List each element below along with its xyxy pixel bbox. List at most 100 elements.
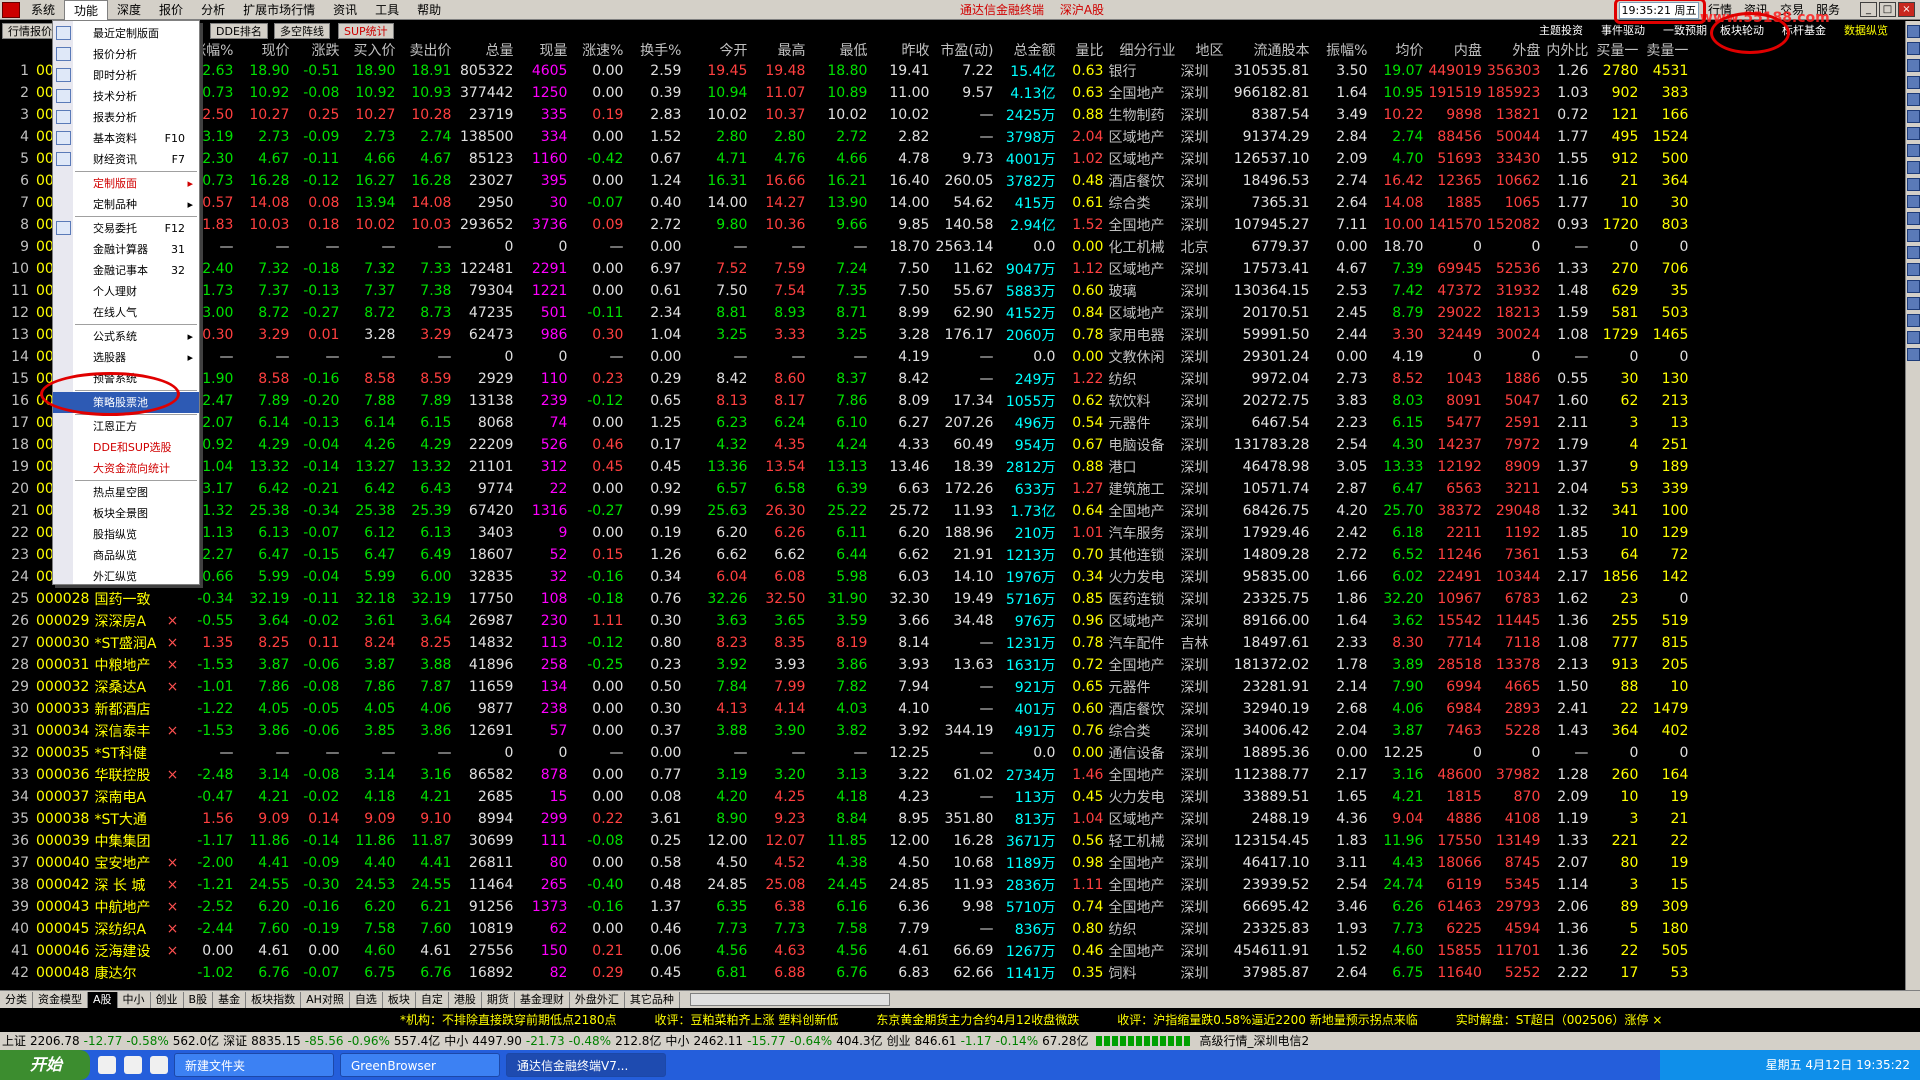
tool-icon[interactable]: [1907, 161, 1920, 174]
menu-option[interactable]: 选股器 ▸: [53, 347, 199, 368]
table-row[interactable]: 35 000038 *ST大通 1.56 9.09 0.14 9.09 9.10 8994 299…: [0, 808, 1693, 830]
market-tab[interactable]: 港股: [449, 991, 482, 1008]
table-row[interactable]: 25 000028 国药一致 -0.34 32.19 -0.11 32.18 32.19 177…: [0, 588, 1693, 610]
column-header[interactable]: 今开: [686, 40, 753, 60]
table-row[interactable]: 41 000046 泛海建设 × 0.00 4.61 0.00 4.60 4.61 27556 15…: [0, 940, 1693, 962]
table-row[interactable]: 9000010S深华新—————00—0.00———18.702563.140.…: [0, 236, 1693, 258]
table-row[interactable]: 8000009中国宝安1.8310.030.1810.0210.03293652…: [0, 214, 1693, 236]
market-tab[interactable]: B股: [184, 991, 214, 1008]
market-tab[interactable]: 期货: [482, 991, 515, 1008]
table-row[interactable]: 22000025特 力A-1.136.13-0.076.126.13340390…: [0, 522, 1693, 544]
menu-option[interactable]: 个人理财: [53, 281, 199, 302]
ticker-item[interactable]: 东京黄金期货主力合约4月12收盘微跌: [876, 1013, 1079, 1027]
menu-item[interactable]: 功能: [64, 0, 109, 20]
menu-option[interactable]: 金融记事本 32: [53, 260, 199, 281]
column-header[interactable]: 均价: [1372, 40, 1429, 60]
column-header[interactable]: 市盈(动): [934, 40, 999, 60]
table-row[interactable]: 24000027深圳能源-0.665.99-0.045.996.00328353…: [0, 566, 1693, 588]
start-button[interactable]: 开始: [0, 1050, 90, 1080]
table-row[interactable]: 40 000045 深纺织A × -2.44 7.60 -0.19 7.58 7.60 10819…: [0, 918, 1693, 940]
menu-option[interactable]: 板块全景图: [53, 503, 199, 524]
tool-icon[interactable]: [1907, 59, 1920, 72]
column-header[interactable]: 总金额: [998, 40, 1061, 60]
tool-icon[interactable]: [1907, 212, 1920, 225]
table-row[interactable]: 10000011深物业A-2.407.32-0.187.327.33122481…: [0, 258, 1693, 280]
menu-option[interactable]: 报价分析: [53, 44, 199, 65]
task-button-tdx[interactable]: 通达信金融终端V7...: [506, 1053, 666, 1077]
market-tab[interactable]: 自选: [350, 991, 383, 1008]
market-tab[interactable]: 中小: [118, 991, 151, 1008]
horizontal-scrollbar[interactable]: [689, 993, 890, 1006]
close-button[interactable]: ×: [1898, 2, 1915, 17]
column-header[interactable]: 买量一: [1593, 40, 1644, 60]
ticker-item[interactable]: 实时解盘：ST超日（002506）涨停 ×: [1456, 1013, 1663, 1027]
table-row[interactable]: 39 000043 中航地产 × -2.52 6.20 -0.16 6.20 6.21 91256…: [0, 896, 1693, 918]
column-header[interactable]: 现价: [238, 40, 295, 60]
column-header[interactable]: 最高: [752, 40, 811, 60]
market-tab[interactable]: 板块: [383, 991, 416, 1008]
ticker-item[interactable]: *机构：不排除直接跌穿前期低点2180点: [400, 1013, 617, 1027]
menu-item[interactable]: 帮助: [408, 0, 450, 20]
column-header[interactable]: 外盘: [1486, 40, 1546, 60]
market-tab[interactable]: AH对照: [301, 991, 350, 1008]
table-row[interactable]: 18000021长城开发-0.924.29-0.044.264.29222095…: [0, 434, 1693, 456]
task-button-folder[interactable]: 新建文件夹: [174, 1053, 334, 1077]
menu-option[interactable]: 报表分析: [53, 107, 199, 128]
column-header[interactable]: 最低: [810, 40, 873, 60]
column-header[interactable]: 涨跌: [294, 40, 345, 60]
column-header[interactable]: 内盘: [1428, 40, 1487, 60]
table-row[interactable]: 6000007零七股份-0.7316.28-0.1216.2716.282302…: [0, 170, 1693, 192]
tool-icon[interactable]: [1907, 297, 1920, 310]
menu-option[interactable]: 公式系统 ▸: [53, 326, 199, 347]
menu-option[interactable]: 定制品种 ▸: [53, 194, 199, 215]
column-header[interactable]: 涨速%: [572, 40, 629, 60]
tool-icon[interactable]: [1907, 331, 1920, 344]
table-row[interactable]: 36 000039 中集集团 -1.17 11.86 -0.14 11.86 11.87 306…: [0, 830, 1693, 852]
table-row[interactable]: 31 000034 深信泰丰 × -1.53 3.86 -0.06 3.85 3.86 12691…: [0, 720, 1693, 742]
menu-option[interactable]: DDE和SUP选股: [53, 437, 199, 458]
table-row[interactable]: 26 000029 深深房A × -0.55 3.64 -0.02 3.61 3.64 26987…: [0, 610, 1693, 632]
table-row[interactable]: 13000016深康佳A0.303.290.013.283.2962473986…: [0, 324, 1693, 346]
tool-icon[interactable]: [1907, 76, 1920, 89]
tool-icon[interactable]: [1907, 229, 1920, 242]
table-row[interactable]: 19000022深赤湾A-1.0413.32-0.1413.2713.32211…: [0, 456, 1693, 478]
tool-icon[interactable]: [1907, 195, 1920, 208]
table-row[interactable]: 33 000036 华联控股 × -2.48 3.14 -0.08 3.14 3.16 86582…: [0, 764, 1693, 786]
tab-dde-rank[interactable]: DDE排名: [210, 23, 268, 39]
table-row[interactable]: 16000019深深宝A-2.477.89-0.207.887.89131382…: [0, 390, 1693, 412]
menu-option[interactable]: 即时分析: [53, 65, 199, 86]
table-row[interactable]: 30 000033 新都酒店 -1.22 4.05 -0.05 4.05 4.06 9877 23…: [0, 698, 1693, 720]
table-row[interactable]: 23000026飞亚达A-2.276.47-0.156.476.49186075…: [0, 544, 1693, 566]
menu-option[interactable]: 基本资料 F10: [53, 128, 199, 149]
column-header[interactable]: 量比: [1060, 40, 1109, 60]
column-header[interactable]: 现量: [518, 40, 573, 60]
menu-item[interactable]: 系统: [22, 0, 64, 20]
market-tab[interactable]: 自定: [416, 991, 449, 1008]
menu-option[interactable]: 定制版面 ▸: [53, 173, 199, 194]
table-row[interactable]: 12000014沙河股份-3.008.72-0.278.728.73472355…: [0, 302, 1693, 324]
market-tab[interactable]: 分类: [0, 991, 33, 1008]
tool-icon[interactable]: [1907, 127, 1920, 140]
table-row[interactable]: 4000005世纪星源-3.192.73-0.092.732.741385003…: [0, 126, 1693, 148]
menu-option[interactable]: 股指纵览: [53, 524, 199, 545]
market-tab[interactable]: 板块指数: [246, 991, 302, 1008]
menu-option[interactable]: 商品纵览: [53, 545, 199, 566]
menu-item[interactable]: 分析: [192, 0, 234, 20]
tool-icon[interactable]: [1907, 348, 1920, 361]
tool-icon[interactable]: [1907, 93, 1920, 106]
table-row[interactable]: 28 000031 中粮地产 × -1.53 3.87 -0.06 3.87 3.88 41896…: [0, 654, 1693, 676]
column-header[interactable]: 内外比: [1545, 40, 1594, 60]
menu-option[interactable]: 在线人气: [53, 302, 199, 323]
task-button-browser[interactable]: GreenBrowser: [340, 1053, 500, 1077]
column-header[interactable]: 振幅%: [1314, 40, 1373, 60]
table-row[interactable]: 42 000048 康达尔 -1.02 6.76 -0.07 6.75 6.76 16892 82…: [0, 962, 1693, 984]
column-header[interactable]: 昨收: [872, 40, 935, 60]
column-header[interactable]: 卖出价: [400, 40, 457, 60]
market-tab[interactable]: 其它品种: [625, 991, 680, 1008]
maximize-button[interactable]: □: [1879, 2, 1896, 17]
column-header[interactable]: 流通股本: [1228, 40, 1315, 60]
table-row[interactable]: 11000012南 玻A-1.737.37-0.137.377.38793041…: [0, 280, 1693, 302]
market-tab[interactable]: 创业: [151, 991, 184, 1008]
table-row[interactable]: 15000018中冠A-1.908.58-0.168.588.592929110…: [0, 368, 1693, 390]
table-row[interactable]: 1000001平安银行-2.6318.90-0.5118.9018.918053…: [0, 60, 1693, 82]
